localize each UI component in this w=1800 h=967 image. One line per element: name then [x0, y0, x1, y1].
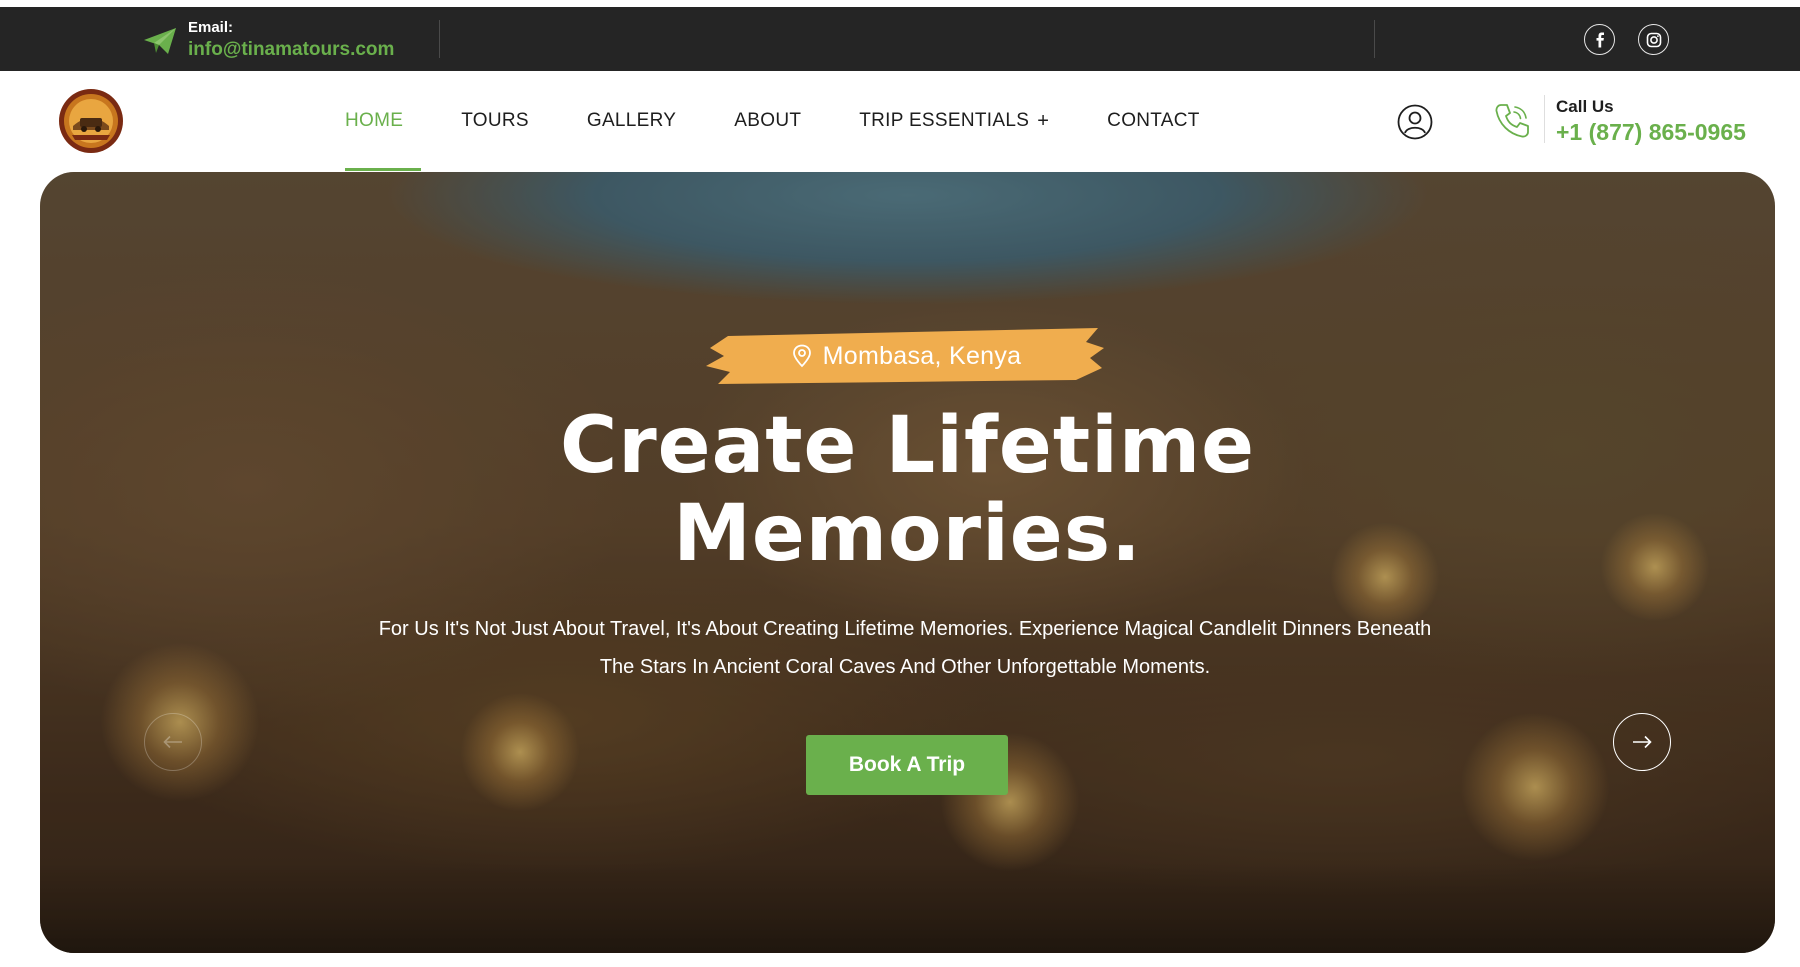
user-account-icon[interactable] [1397, 104, 1433, 140]
email-address-link[interactable]: info@tinamatours.com [188, 37, 394, 63]
location-pin-icon [792, 344, 811, 368]
hero-description: For Us It's Not Just About Travel, It's … [355, 610, 1455, 686]
main-header: HOME TOURS GALLERY ABOUT TRIP ESSENTIALS… [0, 71, 1800, 171]
paper-plane-icon [144, 28, 176, 54]
tinama-tours-logo[interactable] [58, 88, 124, 154]
nav-gallery[interactable]: GALLERY [587, 71, 676, 171]
arrow-left-icon [163, 735, 182, 749]
nav-home[interactable]: HOME [345, 71, 422, 171]
hero-title-line: Memories. [673, 489, 1142, 579]
topbar-divider [439, 20, 440, 58]
book-a-trip-button[interactable]: Book A Trip [806, 735, 1008, 795]
phone-icon [1495, 104, 1529, 138]
previous-slide-button[interactable] [144, 713, 202, 771]
facebook-icon[interactable] [1584, 24, 1615, 55]
hero-description-line: For Us It's Not Just About Travel, It's … [378, 618, 1432, 640]
nav-contact[interactable]: CONTACT [1107, 71, 1200, 171]
hero-description-line: The Stars In Ancient Coral Caves And Oth… [599, 656, 1211, 678]
phone-number-link[interactable]: +1 (877) 865-0965 [1556, 119, 1746, 146]
hero-title: Create Lifetime Memories. [40, 402, 1775, 578]
arrow-right-icon [1633, 735, 1652, 749]
nav-about[interactable]: ABOUT [734, 71, 801, 171]
nav-trip-essentials[interactable]: TRIP ESSENTIALS + [859, 71, 1049, 171]
location-text: Mombasa, Kenya [822, 341, 1022, 370]
plus-icon: + [1037, 109, 1050, 132]
call-us-label: Call Us [1556, 97, 1614, 116]
hero-title-line: Create Lifetime [559, 401, 1256, 491]
topbar-divider [1374, 20, 1375, 58]
next-slide-button[interactable] [1613, 713, 1671, 771]
main-navigation: HOME TOURS GALLERY ABOUT TRIP ESSENTIALS… [345, 71, 1258, 171]
hero-slider: Mombasa, Kenya Create Lifetime Memories.… [40, 172, 1775, 953]
call-divider [1544, 95, 1545, 143]
nav-tours[interactable]: TOURS [461, 71, 529, 171]
email-contact[interactable]: Email: info@tinamatours.com [142, 17, 394, 65]
location-badge: Mombasa, Kenya [706, 328, 1106, 384]
top-bar: Email: info@tinamatours.com [0, 7, 1800, 71]
instagram-icon[interactable] [1638, 24, 1669, 55]
email-label: Email: [188, 19, 234, 36]
